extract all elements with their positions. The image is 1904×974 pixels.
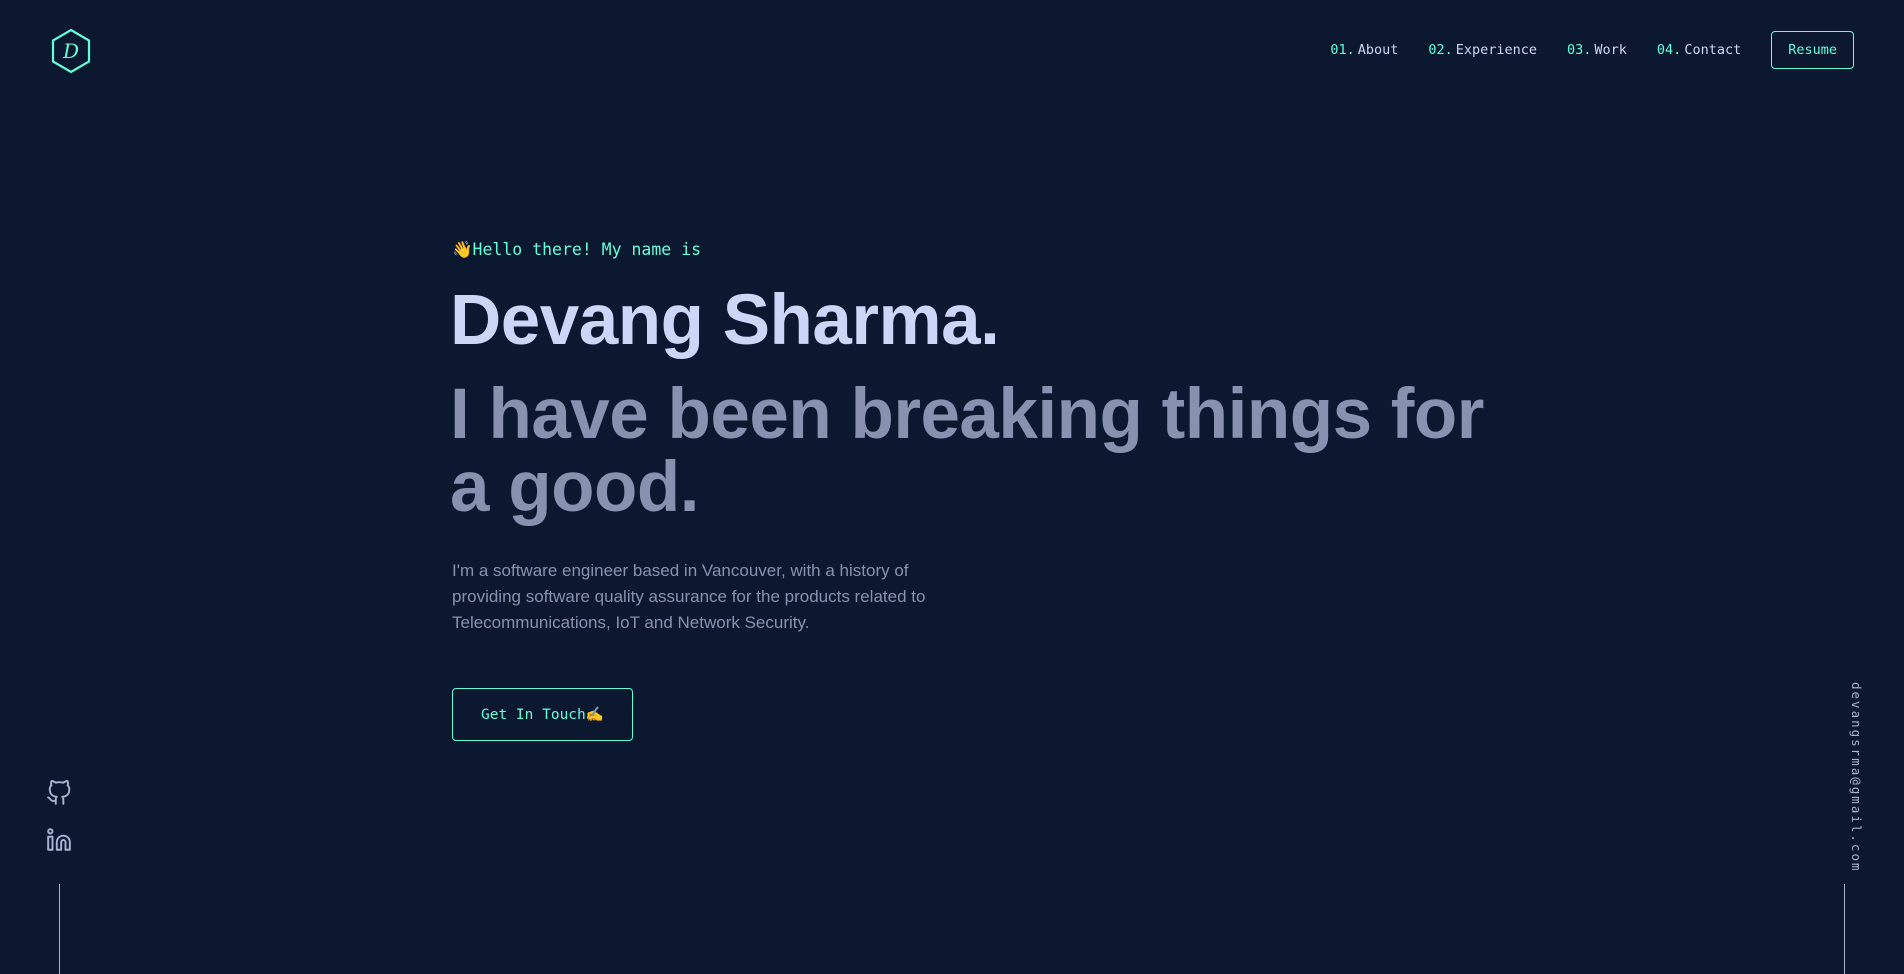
greeting-text: 👋Hello there! My name is [452,240,1502,260]
hexagon-logo-icon[interactable]: D [50,28,92,74]
hero-name: Devang Sharma. [450,281,1000,360]
nav-number: 02. [1428,42,1453,58]
nav-label: Experience [1455,42,1538,58]
nav-number: 04. [1656,42,1682,58]
hero-section: 👋Hello there! My name is Devang Sharma. … [450,230,1502,742]
tagline-line-2: a good. [450,448,699,528]
writing-hand-icon: ✍️ [585,707,604,724]
nav-label: Work [1594,42,1627,58]
social-links [46,780,74,874]
nav-item-experience[interactable]: 02. Experience [1428,42,1537,58]
greeting-label: Hello there! My name is [472,240,702,259]
main-nav: 01. About 02. Experience 03. Work 04. Contac… [1300,31,1854,69]
hero-bio: I'm a software engineer based in Vancouv… [452,561,926,633]
tagline-line-1: I have been breaking things for [450,375,1484,454]
nav-number: 03. [1567,42,1592,58]
waving-hand-icon: 👋 [452,240,473,259]
nav-item-work[interactable]: 03. Work [1567,42,1627,58]
nav-label: Contact [1684,42,1742,58]
nav-number: 01. [1330,42,1355,58]
left-divider-line [59,884,60,974]
nav-label: About [1357,42,1399,58]
hero-tagline: I have been breaking things for a good. [450,378,1502,524]
resume-button[interactable]: Resume [1771,31,1854,69]
cta-label: Get In Touch [481,707,586,724]
right-divider-line [1844,884,1845,974]
get-in-touch-button[interactable]: Get In Touch✍️ [452,688,633,742]
logo-letter: D [62,39,79,63]
email-link[interactable]: devangsrma@gmail.com [1849,682,1864,873]
nav-item-contact[interactable]: 04. Contact [1657,42,1741,58]
github-icon[interactable] [46,780,72,806]
nav-item-about[interactable]: 01. About [1330,42,1398,58]
linkedin-icon[interactable] [46,827,72,853]
